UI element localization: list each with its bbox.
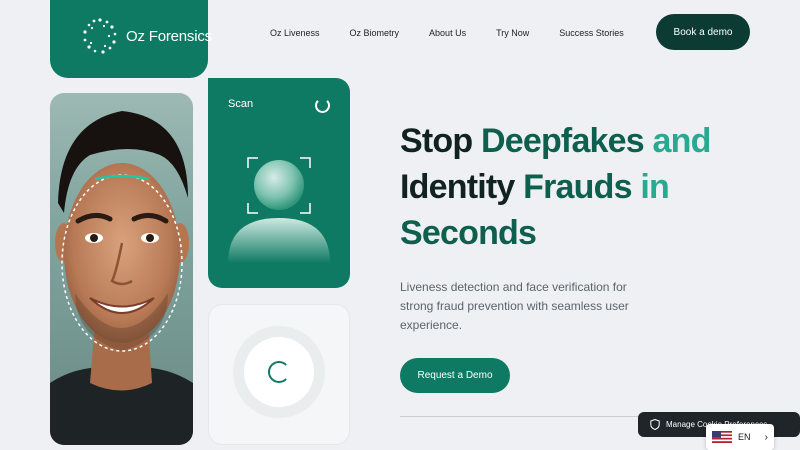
shield-icon [650,419,660,430]
nav-item-oz-liveness[interactable]: Oz Liveness [270,28,320,38]
brand-name: Oz Forensics [126,27,212,45]
scan-card: Scan [208,78,350,288]
hero-subtitle: Liveness detection and face verification… [400,280,629,332]
book-demo-button[interactable]: Book a demo [656,14,750,50]
nav-item-try-now[interactable]: Try Now [496,28,529,38]
brand-logo[interactable]: Oz Forensics [80,16,212,56]
hero-title: Stop Deepfakes and Identity Frauds in Se… [400,122,711,252]
language-code: EN [738,432,751,442]
face-photo [50,93,193,445]
loader-ring [233,326,325,418]
request-demo-button[interactable]: Request a Demo [400,358,510,393]
progress-spinner-icon [268,361,290,383]
main-nav: Oz Liveness Oz Biometry About Us Try Now… [270,0,654,65]
nav-item-success-stories[interactable]: Success Stories [559,28,624,38]
nav-item-oz-biometry[interactable]: Oz Biometry [350,28,400,38]
us-flag-icon [712,431,732,443]
chevron-right-icon: › [764,431,768,443]
face-illustration [50,111,193,445]
oz-logo-icon [83,18,117,54]
loader-card [208,304,350,445]
nav-item-about-us[interactable]: About Us [429,28,466,38]
scan-face-graphic [228,157,330,263]
language-selector[interactable]: EN › [706,424,774,450]
